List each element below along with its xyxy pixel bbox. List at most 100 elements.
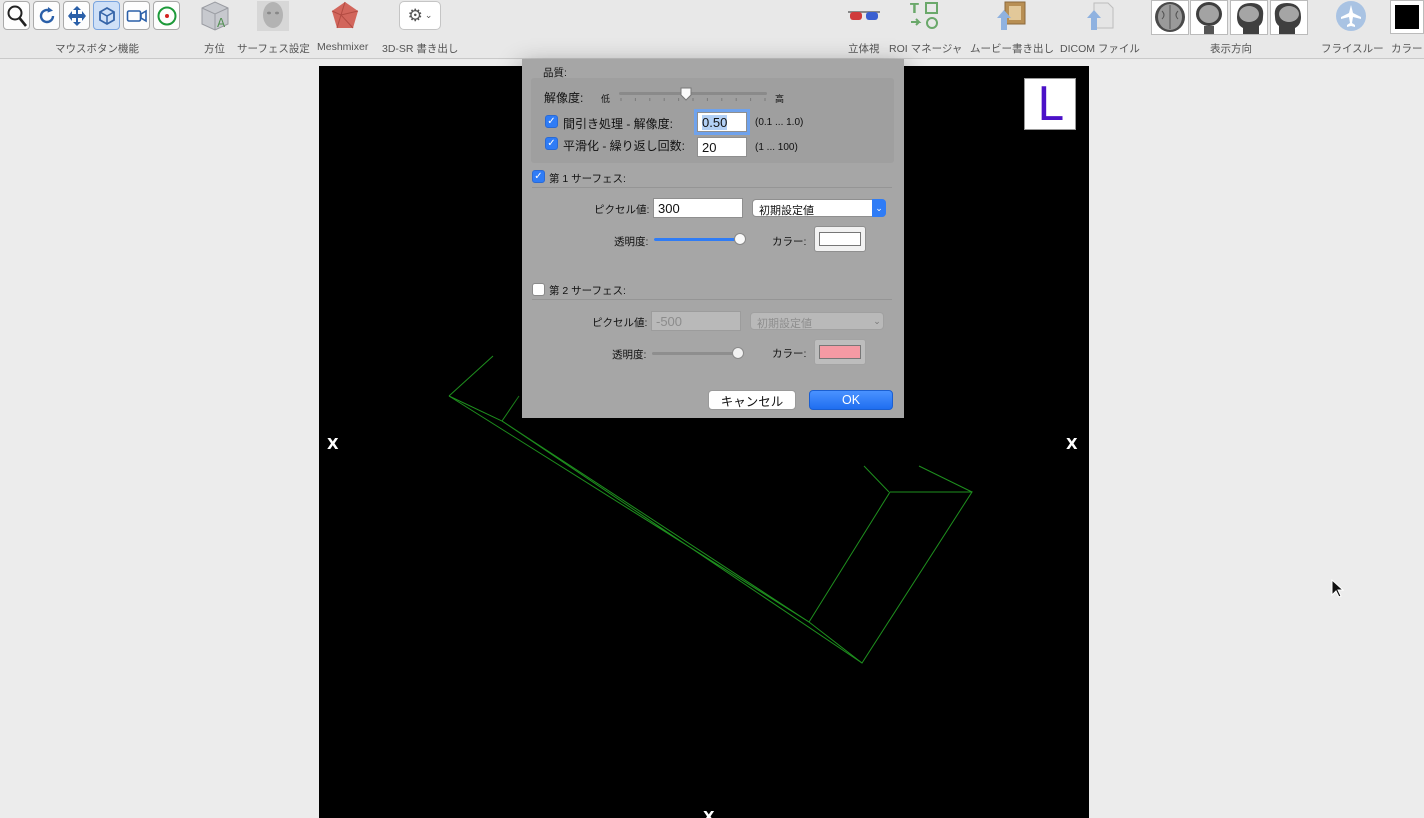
slider-ticks [620,98,766,101]
chevron-down-icon: ⌄ [872,199,886,217]
move-icon [67,5,86,26]
camera-icon [126,9,147,22]
slider-thumb[interactable] [680,87,692,101]
surface2-title: 第 2 サーフェス: [549,285,626,297]
movie-export-icon [997,1,1026,30]
resolution-label: 解像度: [544,91,584,105]
surface2-pixel-field[interactable]: -500 [651,311,741,331]
orientation-cube-icon: A [201,1,229,31]
ok-button[interactable]: OK [809,390,893,410]
decimate-checkbox[interactable]: ✓ [545,115,558,128]
orientation-button[interactable]: A [197,0,231,32]
3d-glasses-icon [848,11,880,20]
bottom-edge-marker: X [703,808,715,818]
stereo-label: 立体視 [848,43,880,55]
decimate-resolution-field[interactable]: 0.50 [694,109,750,135]
surface2-checkbox[interactable] [532,283,545,296]
roi-shapes-icon: T [910,2,938,29]
surface1-preset-select[interactable]: 初期設定値 ⌄ [752,199,886,217]
surface1-color-button[interactable] [814,226,866,252]
zoom-button[interactable] [3,1,30,30]
stereo-button[interactable] [846,4,882,28]
meshmixer-label: Meshmixer [317,41,369,53]
surface1-color-swatch [819,232,861,246]
smooth-checkbox[interactable]: ✓ [545,137,558,150]
surface2-preset-value: 初期設定値 [757,318,812,330]
surface1-checkbox[interactable]: ✓ [532,170,545,183]
meshmixer-icon [331,1,359,29]
smooth-iterations-field[interactable]: 20 [697,137,747,157]
surface2-preset-select[interactable]: 初期設定値 ⌄ [750,312,884,330]
surface2-opacity-slider[interactable] [652,347,744,361]
smooth-range-label: (1 ... 100) [755,142,798,153]
opacity-track [652,352,742,355]
surface2-color-button[interactable] [814,339,866,365]
zoom-icon [7,5,27,27]
orientation-label: 方位 [204,43,225,55]
svg-text:A: A [217,16,226,30]
color-swatch [1395,5,1419,29]
surface1-separator [532,187,892,188]
surface1-color-label: カラー: [772,236,807,248]
opacity-knob[interactable] [733,233,746,245]
roi-manager-label: ROI マネージャ [889,43,963,55]
surface1-preset-value: 初期設定値 [759,205,814,217]
surface2-color-swatch [819,345,861,359]
flythrough-label: フライスルー [1321,43,1384,55]
actions-menu-button[interactable]: ⚙ ⌄ [399,1,441,30]
resolution-slider[interactable] [619,87,767,103]
surface-settings-dialog: 品質: 解像度: 低 高 ✓ 間引き処理 - 解像度: 0.50 (0.1 ..… [522,59,904,418]
right-edge-marker: X [1066,435,1078,453]
surface1-opacity-slider[interactable] [654,233,746,247]
export-3dsr-label: 3D-SR 書き出し [382,43,459,55]
chevron-down-icon: ⌄ [873,315,881,326]
opacity-fill [654,238,740,241]
surface-settings-button[interactable] [256,0,290,32]
toolbar: マウスボタン機能 A 方位 サーフェス設定 Meshmixer ⚙ ⌄ 3D-S… [0,0,1424,59]
view-sagittal-left-thumbnail[interactable] [1230,0,1268,35]
rotate-icon [39,6,54,23]
surface1-pixel-label: ピクセル値: [594,204,650,216]
surface2-pixel-label: ピクセル値: [592,317,648,329]
surface2-opacity-label: 透明度: [612,349,647,361]
airplane-icon [1336,1,1366,31]
surface1-opacity-label: 透明度: [614,236,649,248]
background-color-well[interactable] [1390,0,1424,34]
dicom-file-button[interactable] [1082,0,1116,32]
color-label: カラー [1391,43,1423,55]
surface2-separator [532,299,892,300]
opacity-knob[interactable] [731,347,744,359]
head-sagittal-icon [1274,3,1301,34]
roi-manager-button[interactable]: T [908,0,942,32]
slider-low-label: 低 [601,94,611,104]
surface2-color-label: カラー: [772,348,807,360]
surface-settings-label: サーフェス設定 [237,43,310,55]
view-direction-label: 表示方向 [1210,43,1252,55]
head-surface-icon [257,1,289,31]
movie-export-label: ムービー書き出し [970,43,1054,55]
brain-axial-icon [1155,2,1185,32]
3d-rotate-button[interactable] [93,1,120,30]
view-coronal-thumbnail[interactable] [1190,0,1228,35]
cancel-button[interactable]: キャンセル [708,390,796,410]
decimate-label: 間引き処理 - 解像度: [563,117,673,131]
3d-rotate-icon [98,6,115,25]
surface1-title: 第 1 サーフェス: [549,173,626,185]
move-button[interactable] [63,1,90,30]
view-axial-thumbnail[interactable] [1151,0,1189,35]
camera-button[interactable] [123,1,150,30]
gear-icon: ⚙ [407,5,423,25]
svg-text:T: T [910,2,919,17]
rotate-button[interactable] [33,1,60,30]
surface1-pixel-field[interactable]: 300 [653,198,743,218]
meshmixer-button[interactable] [328,0,362,32]
flythrough-button[interactable] [1335,0,1367,32]
dicom-file-icon [1087,2,1114,30]
decimate-range-label: (0.1 ... 1.0) [755,117,804,128]
target-icon [157,6,176,25]
chevron-down-icon: ⌄ [424,10,433,20]
movie-export-button[interactable] [994,0,1028,32]
view-sagittal-right-thumbnail[interactable] [1270,0,1308,35]
target-button[interactable] [153,1,180,30]
left-edge-marker: X [327,435,339,453]
